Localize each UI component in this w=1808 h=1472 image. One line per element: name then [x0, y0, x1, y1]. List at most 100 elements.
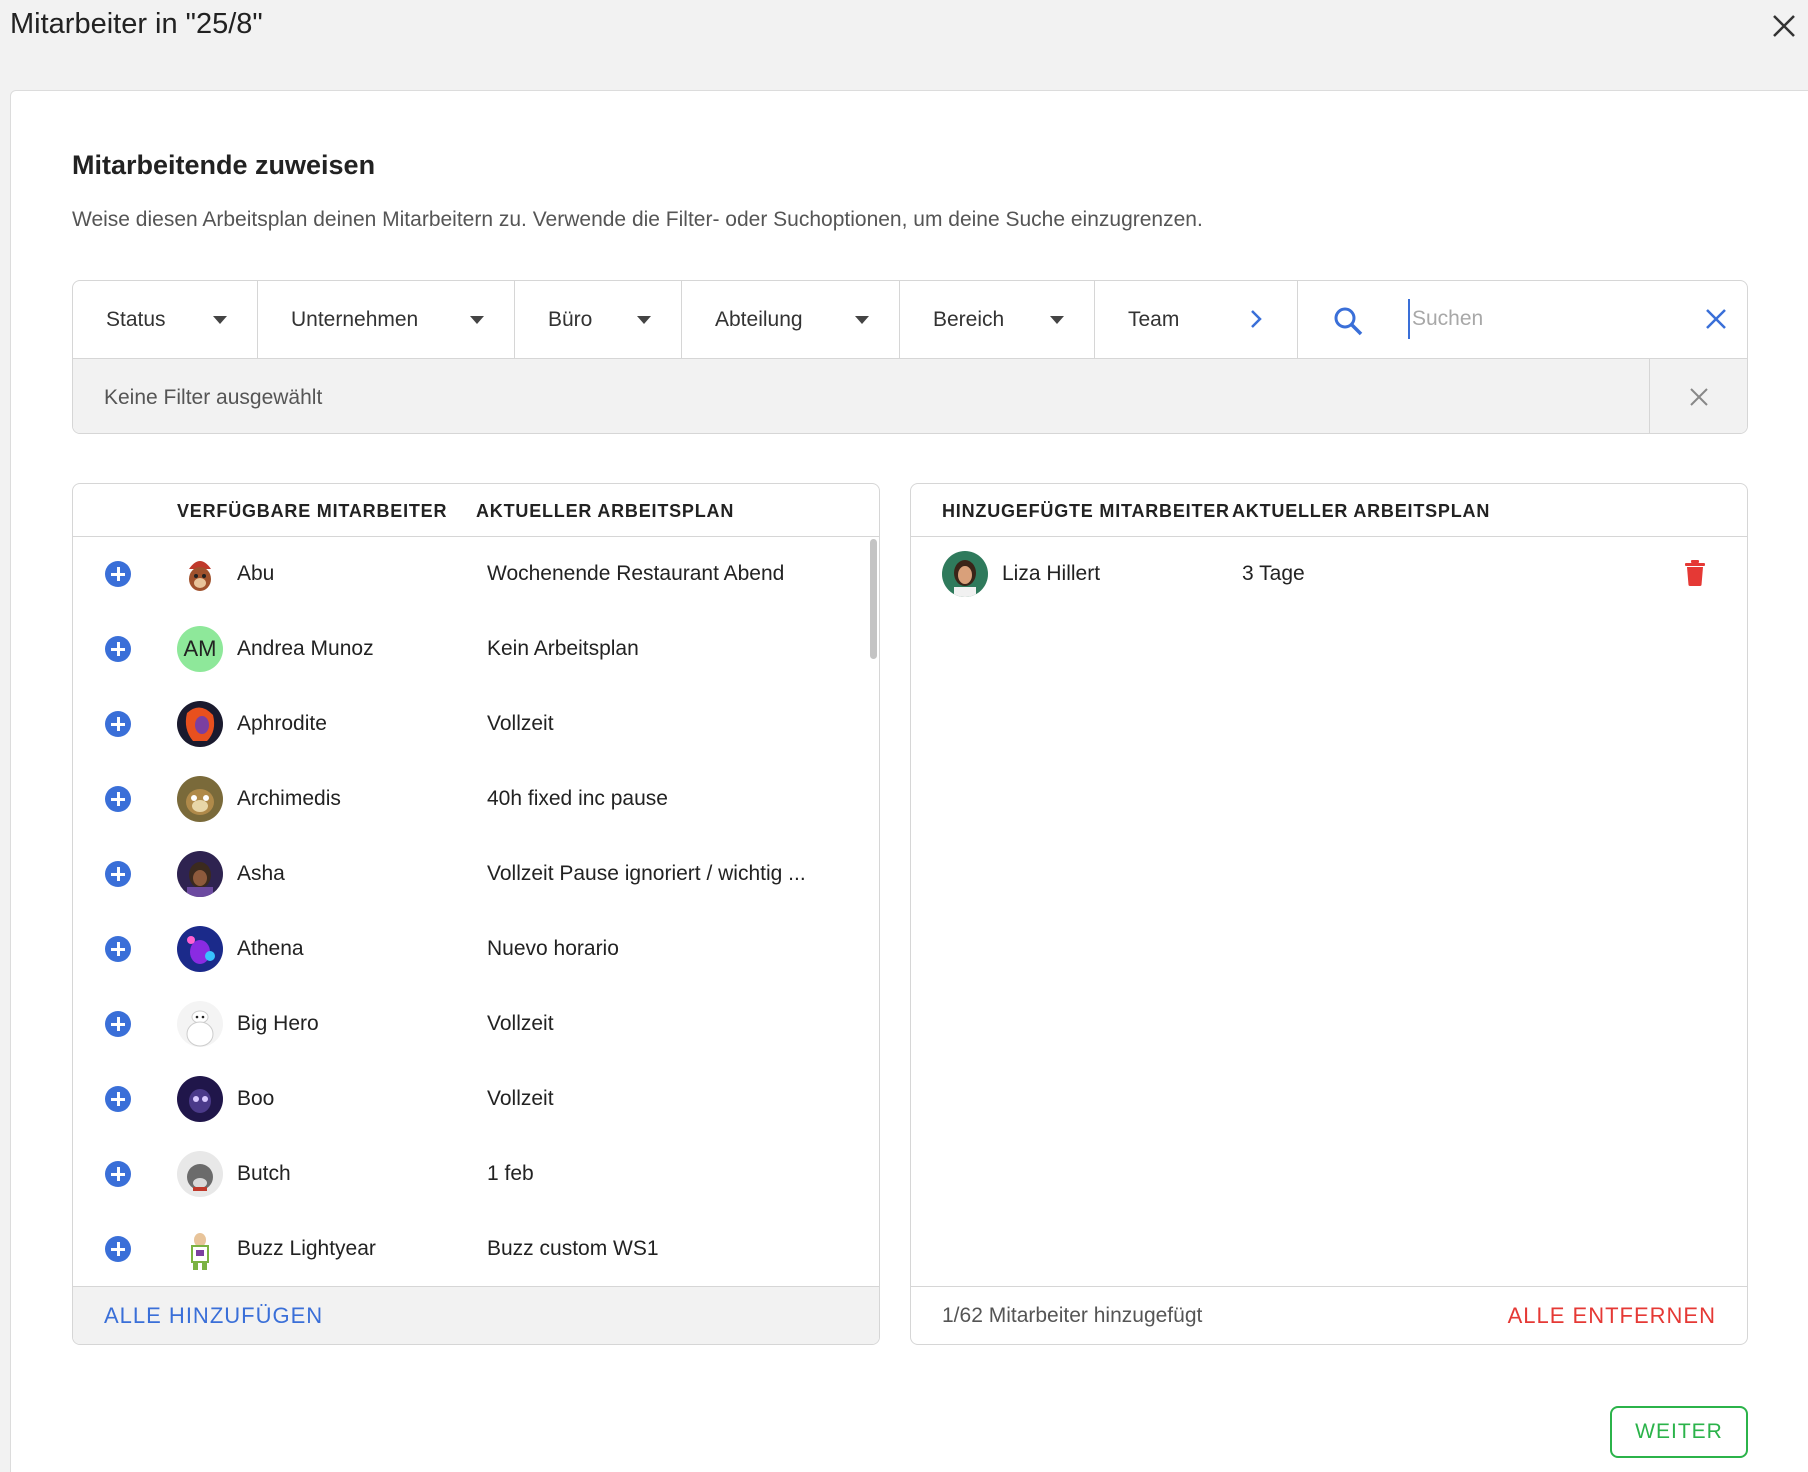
- page-title: Mitarbeitende zuweisen: [72, 150, 376, 180]
- employee-name: Abu: [237, 562, 275, 585]
- filter-status[interactable]: Status: [73, 281, 258, 358]
- list-item: Abu Wochenende Restaurant Abend: [73, 537, 879, 612]
- add-employee-button[interactable]: [105, 561, 131, 587]
- caret-down-icon: [470, 316, 484, 324]
- selected-filters-bar: Keine Filter ausgewählt: [73, 358, 1747, 433]
- scrollbar[interactable]: [870, 539, 877, 659]
- employee-schedule: Vollzeit: [487, 1087, 554, 1110]
- available-employees-list: VERFÜGBARE MITARBEITER AKTUELLER ARBEITS…: [72, 483, 880, 1345]
- filter-label: Bereich: [933, 307, 1005, 331]
- employee-name: Big Hero: [237, 1012, 319, 1035]
- list-item: AM Andrea Munoz Kein Arbeitsplan: [73, 612, 879, 687]
- add-employee-button[interactable]: [105, 636, 131, 662]
- filter-label: Abteilung: [715, 307, 803, 331]
- employee-schedule: Wochenende Restaurant Abend: [487, 562, 785, 585]
- employee-schedule: Kein Arbeitsplan: [487, 637, 639, 660]
- list-item: Boo Vollzeit: [73, 1062, 879, 1137]
- employee-name: Butch: [237, 1162, 291, 1185]
- employee-schedule: 40h fixed inc pause: [487, 787, 668, 810]
- trash-icon[interactable]: [1683, 559, 1707, 587]
- list-header: VERFÜGBARE MITARBEITER AKTUELLER ARBEITS…: [73, 484, 879, 537]
- column-header-schedule: AKTUELLER ARBEITSPLAN: [476, 501, 735, 521]
- selected-filters-text: Keine Filter ausgewählt: [104, 386, 323, 409]
- next-button[interactable]: WEITER: [1610, 1406, 1748, 1458]
- close-icon: [1690, 388, 1708, 406]
- avatar: [942, 551, 988, 597]
- list-item: Liza Hillert 3 Tage: [911, 537, 1747, 612]
- employee-schedule: Vollzeit: [487, 1012, 554, 1035]
- search-input[interactable]: [1408, 299, 1688, 339]
- caret-down-icon: [637, 316, 651, 324]
- filter-box: Status Unternehmen Büro Abteilung Bereic…: [72, 280, 1748, 434]
- page-description: Weise diesen Arbeitsplan deinen Mitarbei…: [72, 208, 1203, 231]
- employee-name: Archimedis: [237, 787, 341, 810]
- list-item: Archimedis 40h fixed inc pause: [73, 762, 879, 837]
- avatar: [177, 701, 223, 747]
- list-item: Butch 1 feb: [73, 1137, 879, 1212]
- column-header-employees: VERFÜGBARE MITARBEITER: [177, 501, 448, 521]
- title-bar: Mitarbeiter in "25/8": [0, 0, 1808, 88]
- filter-label: Status: [106, 307, 166, 331]
- avatar: [177, 926, 223, 972]
- add-employee-button[interactable]: [105, 786, 131, 812]
- avatar: [177, 851, 223, 897]
- employee-schedule: Vollzeit: [487, 712, 554, 735]
- close-icon[interactable]: [1766, 8, 1802, 44]
- list-header: HINZUGEFÜGTE MITARBEITER AKTUELLER ARBEI…: [911, 484, 1747, 537]
- filter-label: Unternehmen: [291, 307, 419, 331]
- clear-filters-button[interactable]: [1649, 359, 1747, 433]
- caret-down-icon: [855, 316, 869, 324]
- avatar: [177, 1001, 223, 1047]
- remove-all-button[interactable]: ALLE ENTFERNEN: [1508, 1303, 1716, 1329]
- employee-schedule: Buzz custom WS1: [487, 1237, 659, 1260]
- add-employee-button[interactable]: [105, 711, 131, 737]
- filter-office[interactable]: Büro: [515, 281, 682, 358]
- employee-name: Aphrodite: [237, 712, 327, 735]
- employee-name: Liza Hillert: [1002, 562, 1101, 585]
- search-icon[interactable]: [1332, 305, 1364, 337]
- filter-team[interactable]: Team: [1095, 281, 1298, 358]
- column-header-employees: HINZUGEFÜGTE MITARBEITER: [942, 501, 1230, 521]
- employee-name: Athena: [237, 937, 304, 960]
- filter-row: Status Unternehmen Büro Abteilung Bereic…: [73, 281, 1747, 358]
- filter-department[interactable]: Abteilung: [682, 281, 900, 358]
- add-employee-button[interactable]: [105, 861, 131, 887]
- avatar: [177, 1151, 223, 1197]
- list-footer: 1/62 Mitarbeiter hinzugefügt ALLE ENTFER…: [911, 1286, 1747, 1344]
- employee-name: Buzz Lightyear: [237, 1237, 376, 1260]
- employee-schedule: 1 feb: [487, 1162, 534, 1185]
- add-all-button[interactable]: ALLE HINZUFÜGEN: [104, 1303, 323, 1329]
- list-item: Aphrodite Vollzeit: [73, 687, 879, 762]
- search-area: [1298, 281, 1747, 358]
- list-footer: ALLE HINZUFÜGEN: [73, 1286, 879, 1344]
- filter-area[interactable]: Bereich: [900, 281, 1095, 358]
- added-count: 1/62 Mitarbeiter hinzugefügt: [942, 1304, 1203, 1327]
- add-employee-button[interactable]: [105, 1236, 131, 1262]
- avatar: [177, 1226, 223, 1272]
- employee-name: Asha: [237, 862, 285, 885]
- employee-schedule: Nuevo horario: [487, 937, 619, 960]
- employee-name: Boo: [237, 1087, 275, 1110]
- clear-search-icon[interactable]: [1703, 306, 1729, 332]
- list-item: Big Hero Vollzeit: [73, 987, 879, 1062]
- chevron-right-icon[interactable]: [1245, 308, 1267, 330]
- add-employee-button[interactable]: [105, 936, 131, 962]
- window-title: Mitarbeiter in "25/8": [10, 8, 263, 40]
- add-employee-button[interactable]: [105, 1011, 131, 1037]
- caret-down-icon: [213, 316, 227, 324]
- add-employee-button[interactable]: [105, 1086, 131, 1112]
- avatar: [177, 1076, 223, 1122]
- filter-label: Team: [1128, 307, 1180, 331]
- added-employees-list: HINZUGEFÜGTE MITARBEITER AKTUELLER ARBEI…: [910, 483, 1748, 1345]
- avatar-initials: AM: [177, 626, 223, 672]
- avatar: [177, 551, 223, 597]
- employee-name: Andrea Munoz: [237, 637, 374, 660]
- column-header-schedule: AKTUELLER ARBEITSPLAN: [1232, 501, 1491, 521]
- list-item: Buzz Lightyear Buzz custom WS1: [73, 1212, 879, 1287]
- filter-label: Büro: [548, 307, 593, 331]
- list-item: Athena Nuevo horario: [73, 912, 879, 987]
- filter-company[interactable]: Unternehmen: [258, 281, 515, 358]
- add-employee-button[interactable]: [105, 1161, 131, 1187]
- avatar: [177, 776, 223, 822]
- list-item: Asha Vollzeit Pause ignoriert / wichtig …: [73, 837, 879, 912]
